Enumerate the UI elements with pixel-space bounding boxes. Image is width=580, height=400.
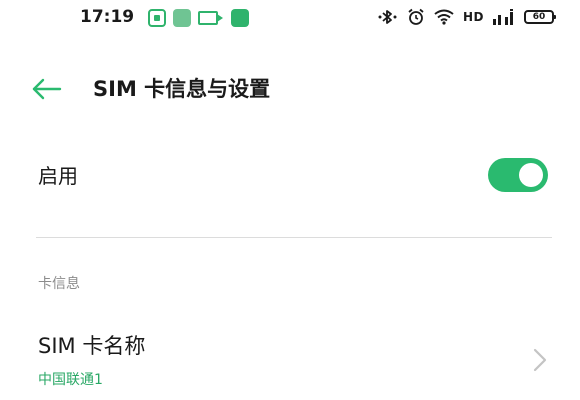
battery-icon: 60 bbox=[524, 10, 556, 24]
bluetooth-icon bbox=[378, 9, 398, 25]
enable-toggle[interactable] bbox=[488, 158, 548, 192]
sim-name-value: 中国联通1 bbox=[38, 372, 103, 388]
enable-row[interactable]: 启用 bbox=[0, 142, 580, 206]
notification-icons bbox=[148, 9, 249, 27]
alarm-icon bbox=[407, 8, 425, 26]
page-header: SIM 卡信息与设置 bbox=[0, 64, 580, 114]
back-arrow-icon bbox=[32, 78, 62, 100]
chat-notification-icon bbox=[231, 9, 249, 27]
signal-icon bbox=[493, 9, 515, 25]
wifi-icon bbox=[434, 9, 454, 25]
chevron-right-icon bbox=[533, 348, 547, 372]
sim-name-title: SIM 卡名称 bbox=[38, 334, 146, 358]
enable-label: 启用 bbox=[38, 164, 78, 188]
video-notification-icon bbox=[198, 11, 223, 25]
divider bbox=[36, 237, 552, 238]
back-button[interactable] bbox=[30, 74, 66, 104]
hd-indicator: HD bbox=[462, 10, 484, 24]
status-bar: 17:19 HD 60 bbox=[0, 0, 580, 36]
section-label-card-info: 卡信息 bbox=[38, 276, 80, 292]
message-notification-icon bbox=[148, 9, 166, 27]
screen: 17:19 HD 60 SIM 卡信息与设置 启用 卡信息 SIM 卡名称 中国… bbox=[0, 0, 580, 400]
status-time: 17:19 bbox=[80, 7, 135, 27]
page-title: SIM 卡信息与设置 bbox=[93, 77, 271, 101]
status-indicators: HD 60 bbox=[378, 8, 556, 26]
sim-name-row[interactable]: SIM 卡名称 中国联通1 bbox=[0, 322, 580, 400]
app-notification-icon bbox=[173, 9, 191, 27]
toggle-knob bbox=[519, 163, 543, 187]
